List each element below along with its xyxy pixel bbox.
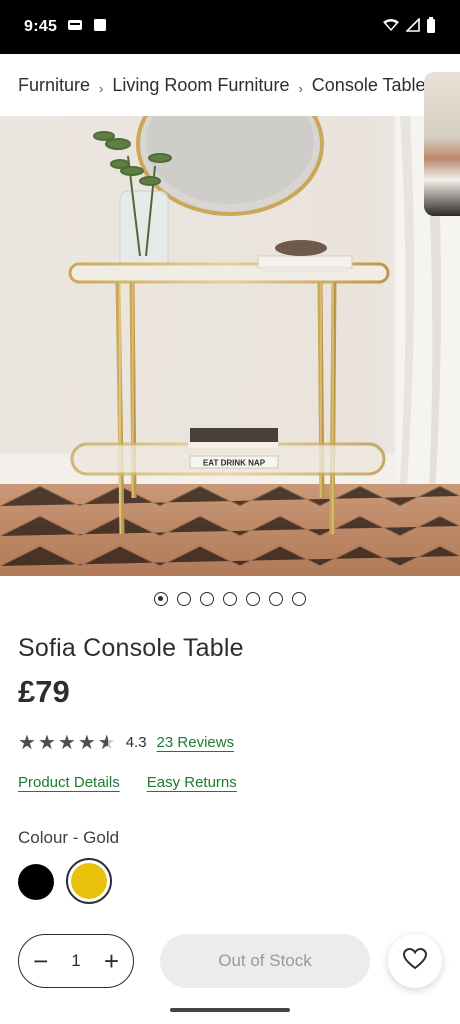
- carousel-dot-2[interactable]: [177, 592, 191, 606]
- signal-icon: [405, 16, 420, 37]
- quantity-stepper: − 1 +: [18, 934, 134, 988]
- breadcrumb-separator: ›: [99, 80, 104, 96]
- status-time: 9:45: [24, 18, 58, 35]
- reviews-link[interactable]: 23 Reviews: [157, 734, 235, 751]
- colour-label: Colour - Gold: [18, 828, 120, 847]
- star-rating: ★ ★ ★ ★ ★: [18, 730, 116, 755]
- product-title: Sofia Console Table: [18, 634, 244, 662]
- colour-swatch-black[interactable]: [18, 864, 54, 900]
- quantity-value: 1: [71, 951, 81, 970]
- decrement-button[interactable]: −: [33, 948, 48, 974]
- home-indicator[interactable]: [170, 1008, 290, 1012]
- status-bar: 9:45: [0, 0, 460, 54]
- product-image[interactable]: EAT DRINK NAP: [0, 116, 460, 576]
- battery-icon: [426, 16, 436, 38]
- star-icon: ★: [18, 731, 36, 754]
- half-star-icon: ★: [98, 730, 116, 755]
- sim-icon: [67, 18, 83, 37]
- breadcrumb-fade: [0, 54, 22, 116]
- easy-returns-link[interactable]: Easy Returns: [147, 774, 237, 791]
- wifi-icon: [382, 18, 400, 37]
- heart-icon: [402, 947, 428, 975]
- carousel-dot-1[interactable]: [154, 592, 168, 606]
- star-icon: ★: [57, 731, 76, 754]
- info-links: Product Details Easy Returns: [18, 774, 237, 791]
- product-details-link[interactable]: Product Details: [18, 774, 120, 791]
- product-price: £79: [18, 674, 70, 709]
- star-icon: ★: [37, 731, 56, 754]
- increment-button[interactable]: +: [104, 948, 119, 974]
- square-notification-icon: [93, 18, 107, 37]
- carousel-dot-6[interactable]: [269, 592, 283, 606]
- carousel-dot-5[interactable]: [246, 592, 260, 606]
- breadcrumb-item-console-tables[interactable]: Console Tables: [312, 75, 435, 96]
- star-icon: ★: [77, 731, 96, 754]
- colour-swatches: [18, 858, 112, 904]
- breadcrumb-separator: ›: [298, 80, 303, 96]
- breadcrumb-item-furniture[interactable]: Furniture: [18, 75, 90, 96]
- breadcrumb: Furniture › Living Room Furniture › Cons…: [0, 54, 460, 116]
- product-photo: EAT DRINK NAP: [0, 116, 460, 576]
- out-of-stock-button[interactable]: Out of Stock: [160, 934, 370, 988]
- rating-row: ★ ★ ★ ★ ★ 4.3 23 Reviews: [18, 730, 235, 755]
- breadcrumb-item-living-room-furniture[interactable]: Living Room Furniture: [112, 75, 289, 96]
- purchase-bar: − 1 + Out of Stock: [0, 932, 460, 992]
- image-carousel-dots: [0, 592, 460, 606]
- wishlist-button[interactable]: [388, 934, 442, 988]
- rating-value: 4.3: [125, 733, 147, 751]
- next-image-thumbnail[interactable]: [424, 72, 460, 216]
- carousel-dot-7[interactable]: [292, 592, 306, 606]
- carousel-dot-4[interactable]: [223, 592, 237, 606]
- carousel-dot-3[interactable]: [200, 592, 214, 606]
- status-icons: [382, 16, 436, 38]
- colour-swatch-gold: [71, 863, 107, 899]
- colour-swatch-gold-selected[interactable]: [66, 858, 112, 904]
- book-spine-text: EAT DRINK NAP: [203, 459, 266, 468]
